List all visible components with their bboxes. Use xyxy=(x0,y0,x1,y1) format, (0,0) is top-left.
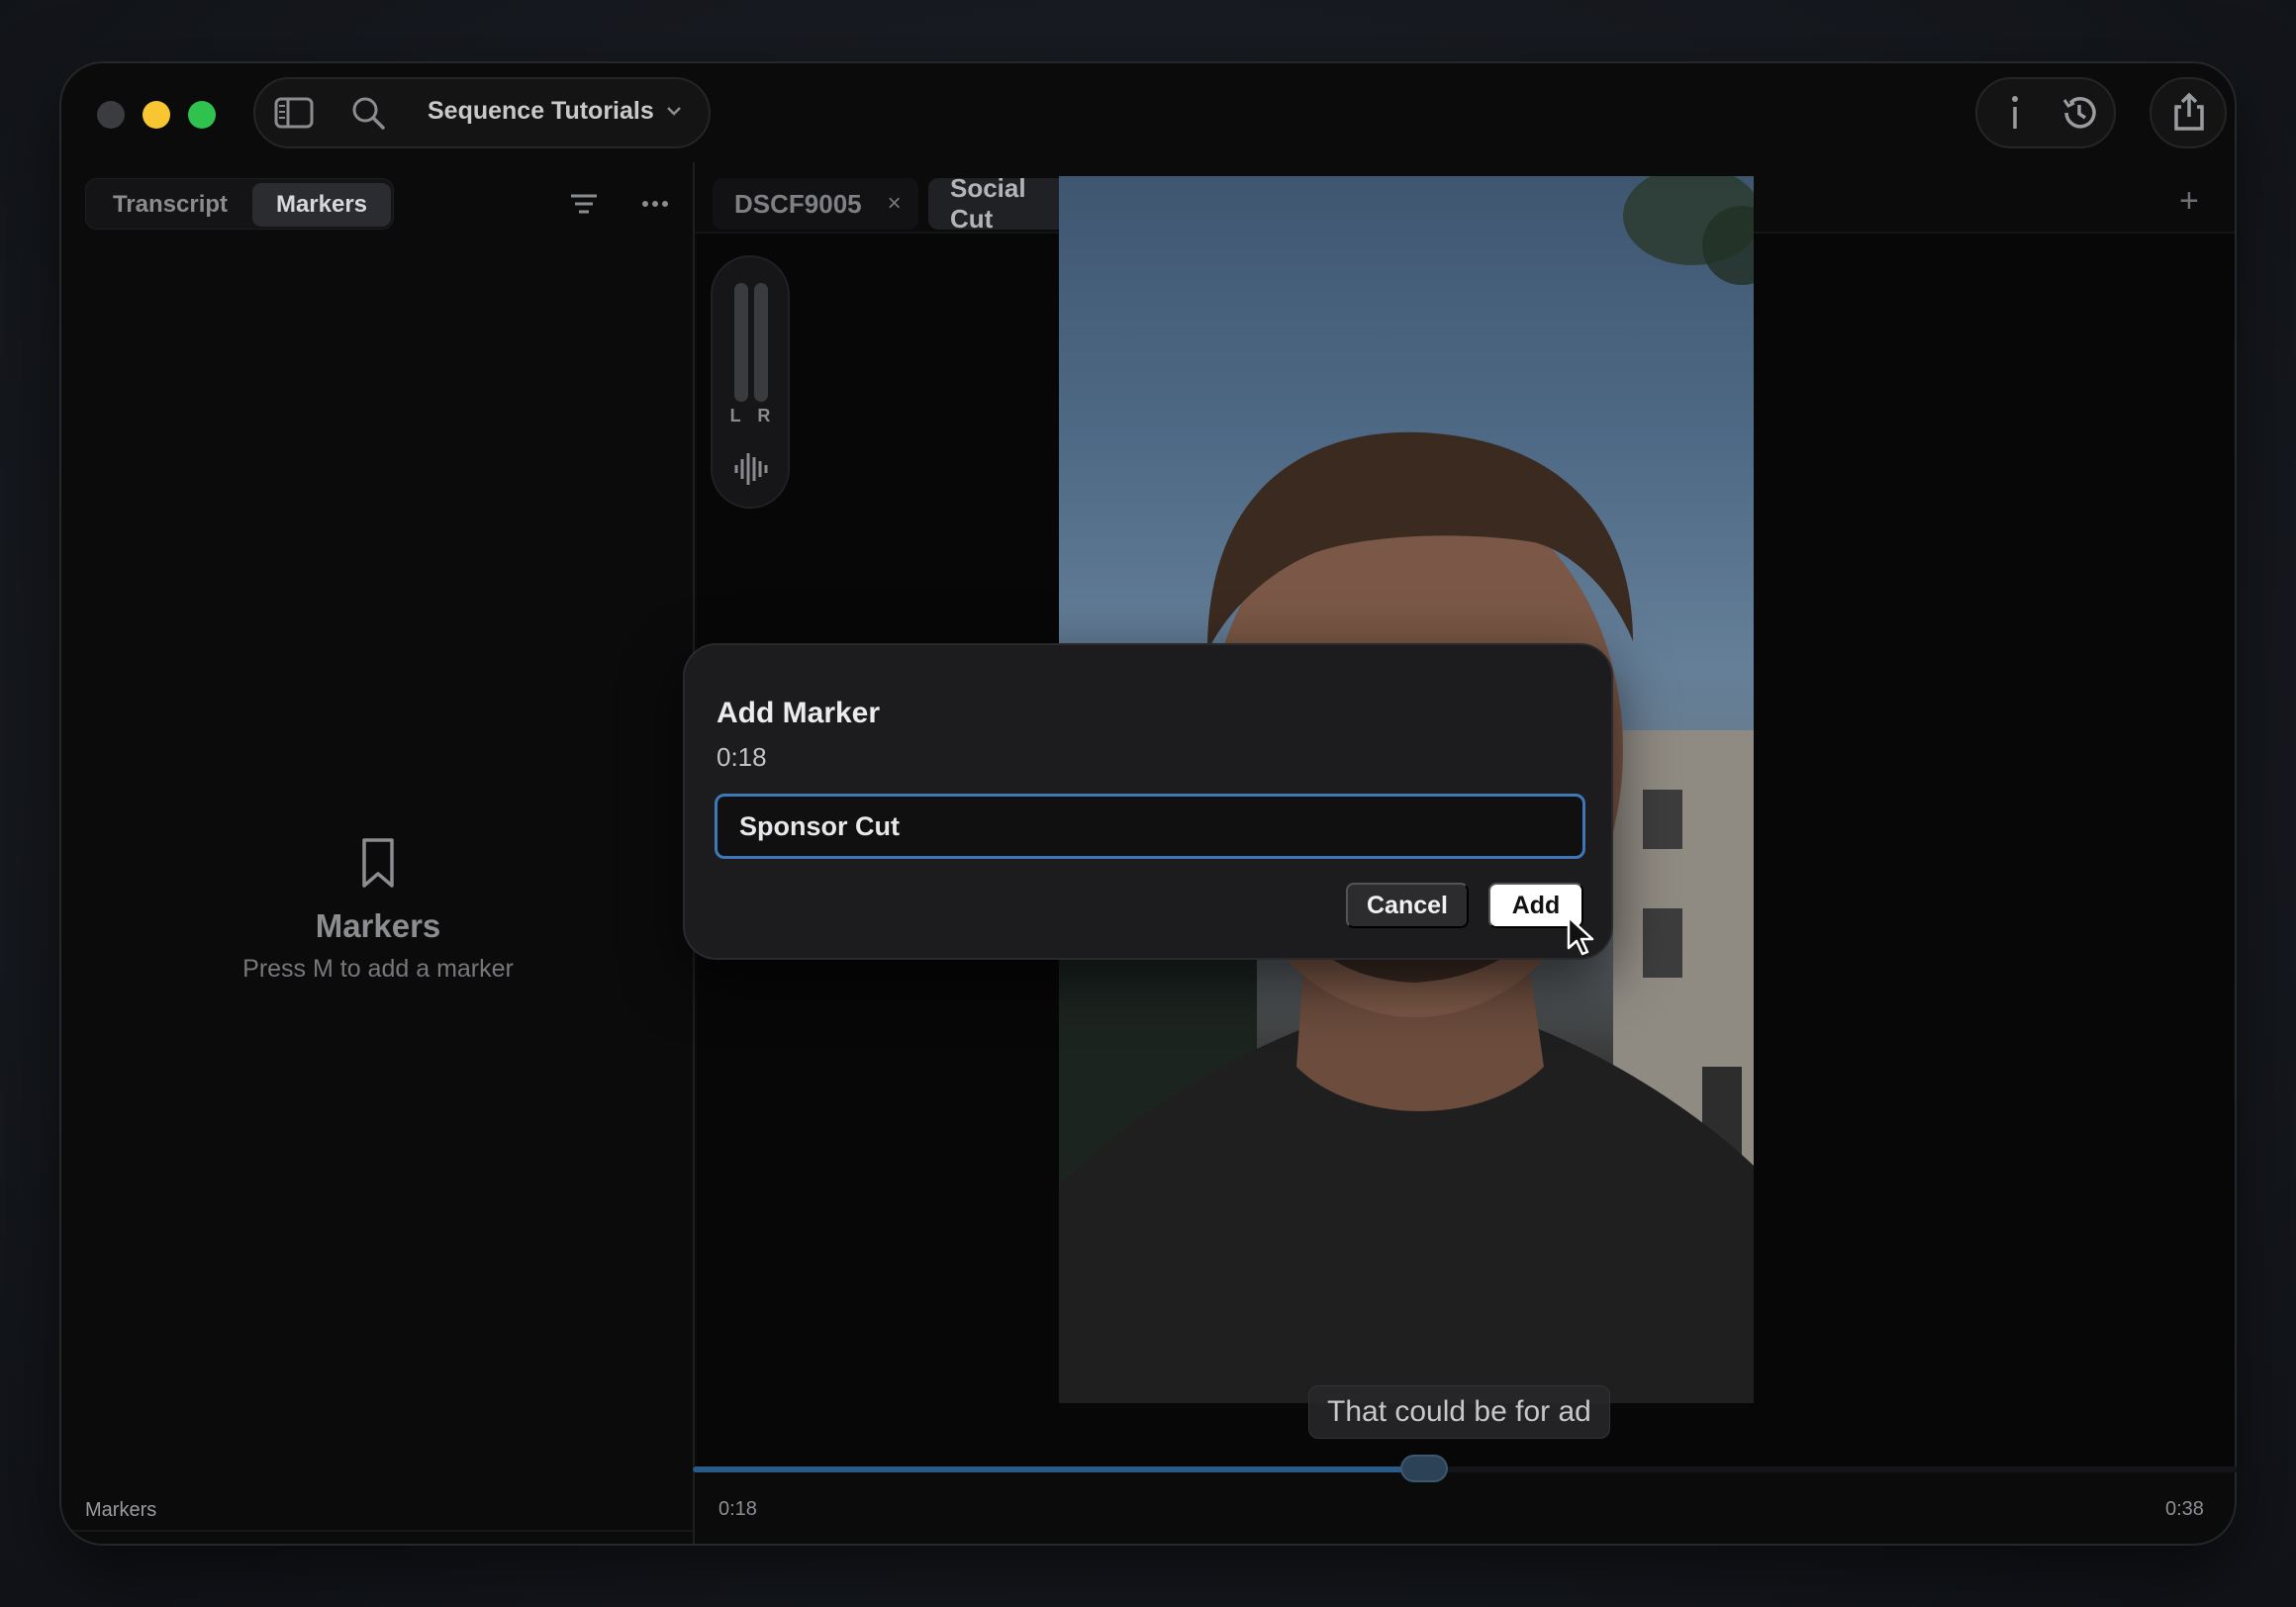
chevron-down-icon xyxy=(666,107,681,116)
bookmark-icon xyxy=(362,838,394,888)
cancel-button[interactable]: Cancel xyxy=(1346,883,1469,928)
search-icon[interactable] xyxy=(348,93,388,133)
dialog-title: Add Marker xyxy=(717,697,881,729)
minimize-window-button[interactable] xyxy=(143,101,170,129)
empty-state-title: Markers xyxy=(315,907,441,944)
sidebar-segmented-control: Transcript Markers xyxy=(85,178,394,230)
title-bar: Sequence Tutorials xyxy=(61,63,2235,162)
markers-empty-state: Markers Press M to add a marker xyxy=(61,837,695,984)
add-marker-dialog: Add Marker 0:18 Cancel Add xyxy=(683,643,1613,960)
tab-label: DSCF9005 xyxy=(734,188,862,219)
current-time: 0:18 xyxy=(718,1498,757,1520)
history-icon[interactable] xyxy=(2057,91,2100,135)
playhead-handle[interactable] xyxy=(1400,1455,1449,1482)
mouse-cursor-icon xyxy=(1567,915,1594,956)
tab-markers[interactable]: Markers xyxy=(252,183,391,227)
tab-label: Social Cut xyxy=(950,173,1026,234)
subtitle-caption: That could be for ad xyxy=(1308,1385,1610,1439)
editor-tab-dscf9005[interactable]: DSCF9005 × xyxy=(713,178,918,230)
empty-state-subtitle: Press M to add a marker xyxy=(242,955,514,983)
project-selector[interactable]: Sequence Tutorials xyxy=(428,91,682,131)
waveform-icon[interactable] xyxy=(732,451,772,487)
dialog-timestamp: 0:18 xyxy=(717,742,767,772)
marker-name-input[interactable] xyxy=(715,794,1585,859)
close-tab-icon[interactable]: × xyxy=(888,190,902,218)
meter-channel-label: L R xyxy=(729,406,777,425)
meter-bar-right xyxy=(754,283,768,402)
add-tab-button[interactable]: + xyxy=(2179,182,2199,221)
markers-sidebar: Transcript Markers Markers Press M to ad… xyxy=(61,162,695,1544)
sidebar-footer-label: Markers xyxy=(85,1499,157,1521)
tab-transcript[interactable]: Transcript xyxy=(92,183,248,227)
filter-icon[interactable] xyxy=(564,184,604,224)
footer-divider xyxy=(61,1530,693,1532)
project-title: Sequence Tutorials xyxy=(428,96,654,125)
timeline-progress xyxy=(693,1466,1425,1472)
close-window-button[interactable] xyxy=(97,101,125,129)
playback-timeline[interactable] xyxy=(693,1455,2237,1482)
meter-bar-left xyxy=(734,283,748,402)
sidebar-toggle-icon[interactable] xyxy=(271,93,317,133)
total-duration: 0:38 xyxy=(2165,1498,2204,1520)
audio-meter[interactable]: L R xyxy=(711,255,790,509)
share-icon[interactable] xyxy=(2167,89,2211,135)
maximize-window-button[interactable] xyxy=(188,101,216,129)
more-options-icon[interactable] xyxy=(635,184,675,224)
info-icon[interactable] xyxy=(1995,93,2035,133)
